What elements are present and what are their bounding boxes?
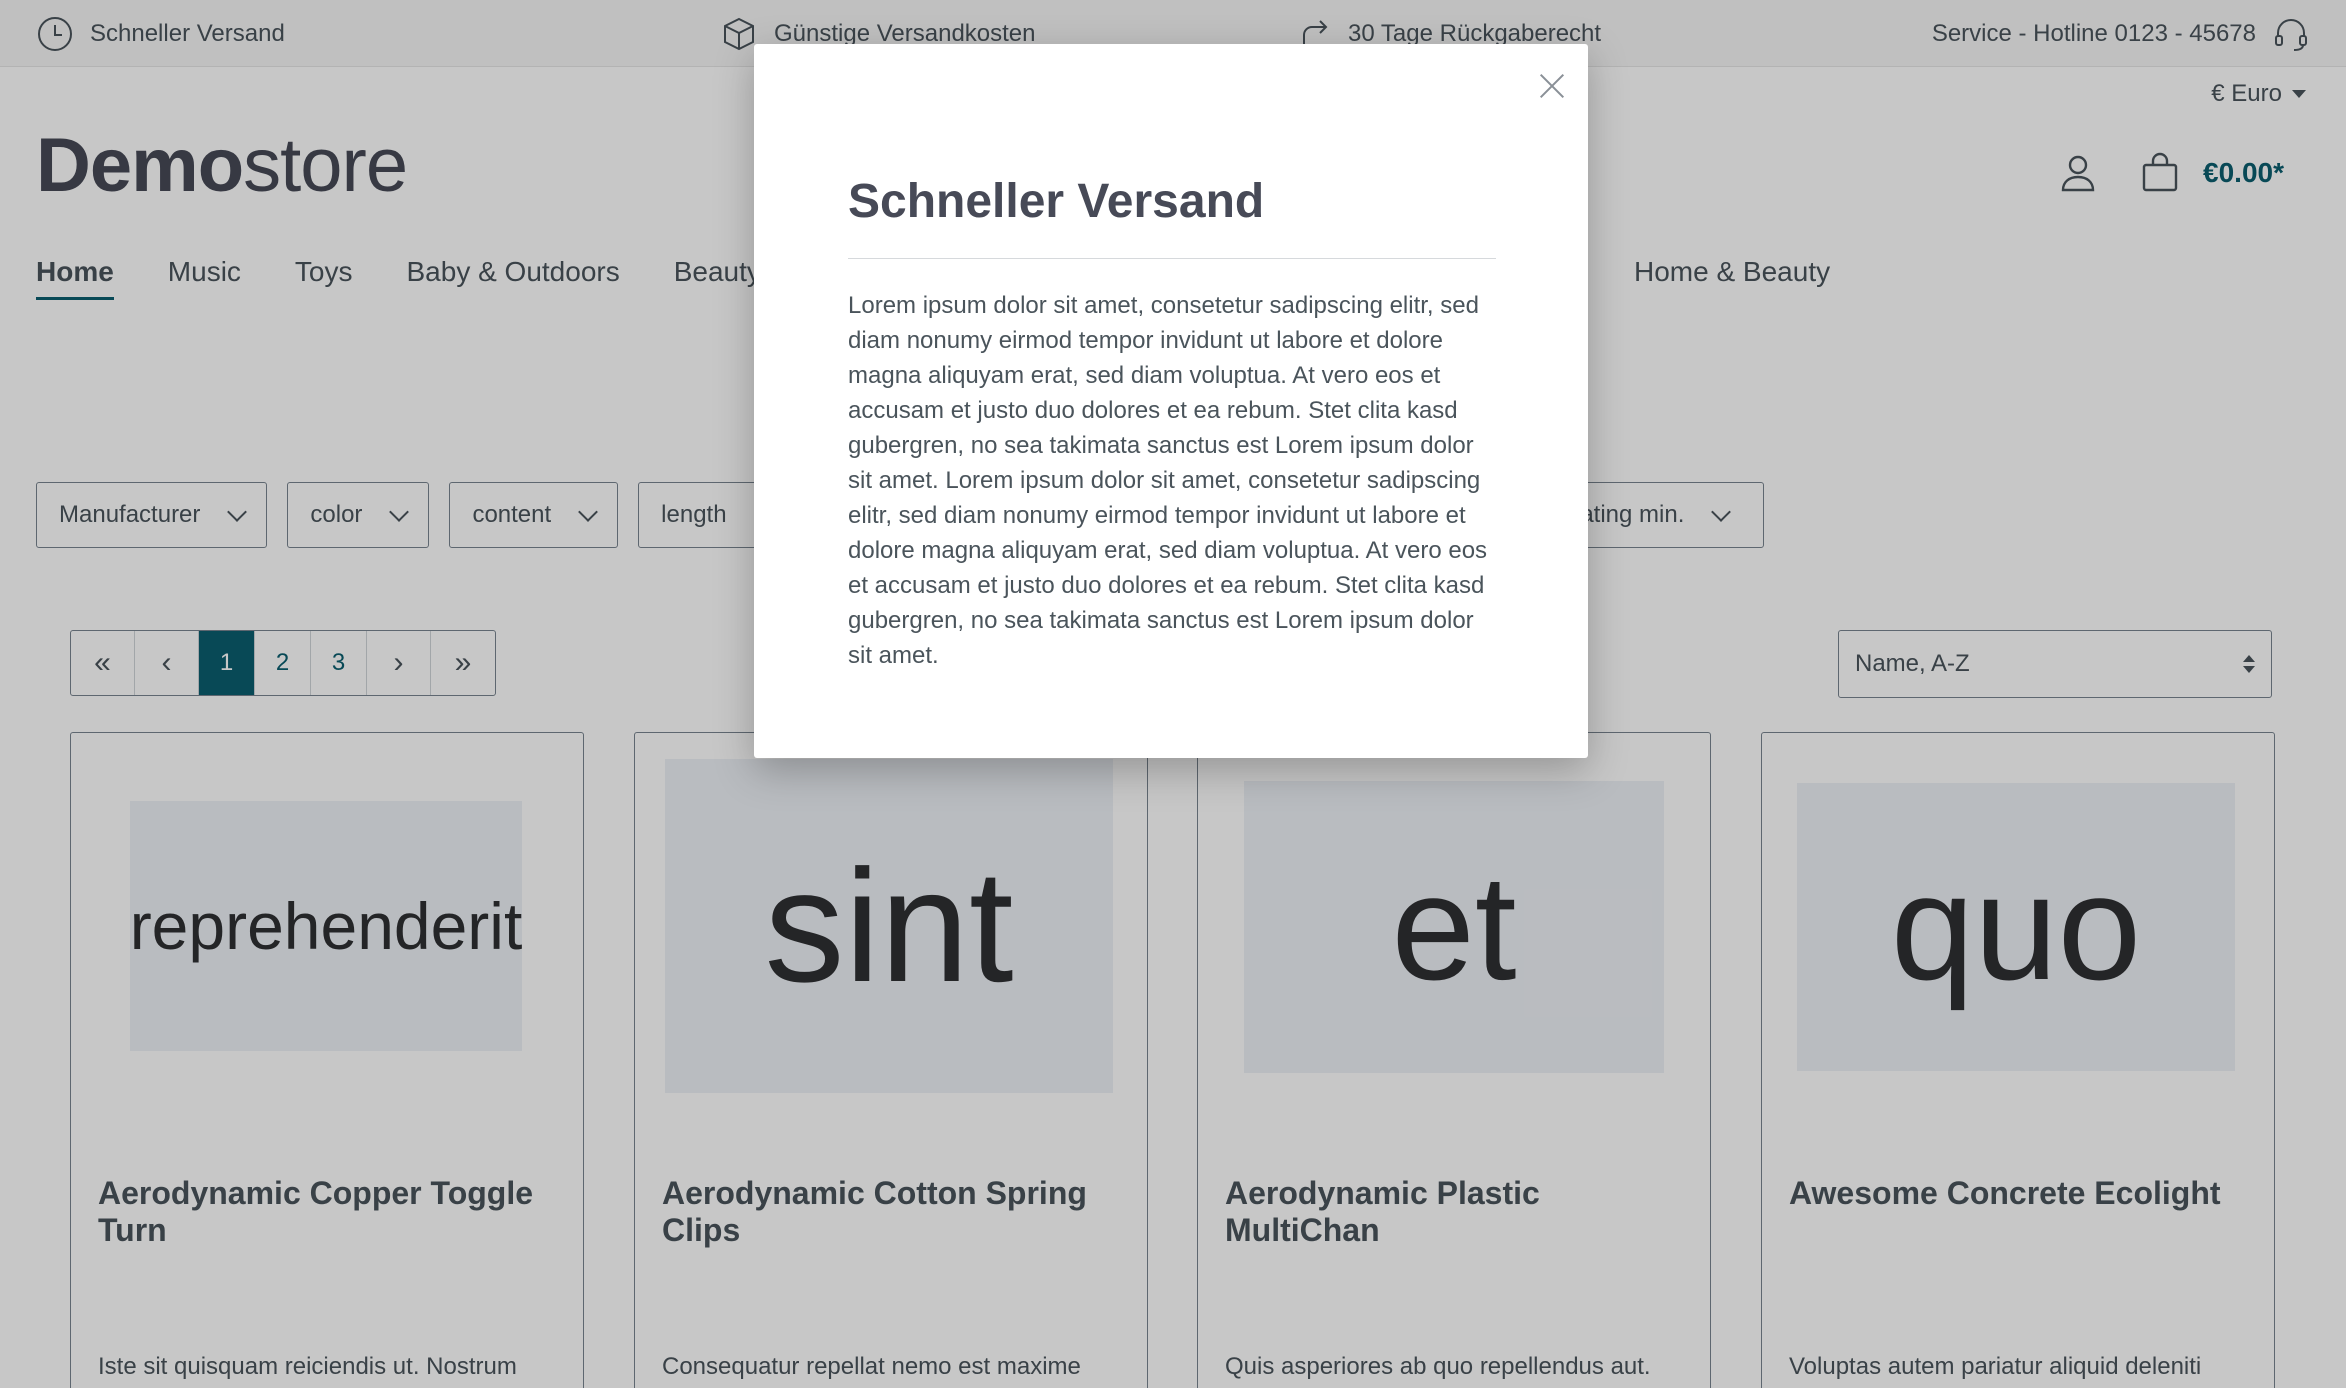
modal-title: Schneller Versand xyxy=(848,175,1265,228)
modal-body-text: Lorem ipsum dolor sit amet, consetetur s… xyxy=(848,292,1488,669)
modal-divider xyxy=(848,258,1496,259)
info-modal: Schneller Versand Lorem ipsum dolor sit … xyxy=(754,44,1588,758)
close-icon[interactable] xyxy=(1534,68,1570,104)
